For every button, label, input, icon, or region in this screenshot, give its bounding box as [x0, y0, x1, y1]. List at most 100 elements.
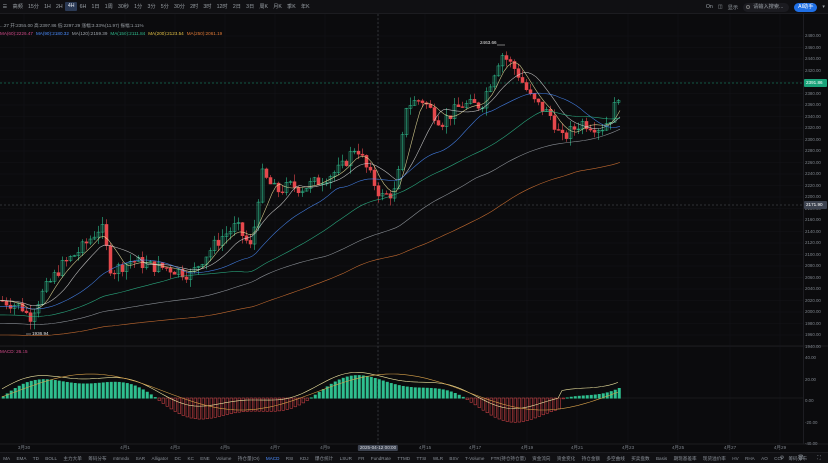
macd-histogram-bar	[365, 376, 369, 399]
price-tick-label: 2380.00	[805, 90, 821, 96]
indicator-tab[interactable]: ENE	[197, 453, 213, 463]
time-axis-label: 4月3	[170, 445, 180, 450]
settings-icon[interactable]: ⚙	[777, 453, 788, 463]
candle-body	[84, 241, 89, 244]
candle-body	[104, 224, 109, 246]
macd-histogram-bar	[577, 395, 581, 399]
indicator-tab[interactable]: 主力大单	[60, 453, 85, 463]
high-annotation: 2463.66	[480, 40, 497, 45]
indicator-tab[interactable]: RSI	[283, 453, 297, 463]
indicator-tab[interactable]: mtmndx	[110, 453, 133, 463]
indicator-tab[interactable]: 持仓量(OI)	[235, 453, 263, 463]
macd-histogram-bar	[225, 397, 229, 415]
macd-histogram-bar	[37, 379, 41, 399]
macd-histogram-bar	[517, 397, 521, 423]
indicator-tab[interactable]: 资金流向	[529, 453, 554, 463]
indicator-tab[interactable]: 资金变化	[554, 453, 579, 463]
trash-icon[interactable]: 🗑	[794, 453, 807, 463]
indicator-tab[interactable]: TTSI	[413, 453, 429, 463]
indicator-tab[interactable]: 买卖盘数	[628, 453, 653, 463]
indicator-tab[interactable]: BOLL	[42, 453, 60, 463]
indicator-tab[interactable]: 爆仓统计	[312, 453, 337, 463]
macd-histogram-bar	[497, 397, 501, 420]
macd-histogram-bar	[165, 397, 169, 407]
indicator-tab[interactable]: 持仓金额	[578, 453, 603, 463]
indicator-tab[interactable]: KC	[184, 453, 197, 463]
macd-histogram-bar	[397, 385, 401, 399]
candle-body	[512, 61, 517, 69]
macd-histogram-bar	[185, 397, 189, 418]
macd-histogram-bar	[221, 397, 225, 416]
macd-histogram-bar	[297, 397, 301, 406]
macd-histogram-bar	[477, 397, 481, 408]
indicator-tab[interactable]: TTMD	[394, 453, 413, 463]
macd-histogram-bar	[333, 381, 337, 399]
macd-histogram-bar	[433, 388, 437, 399]
macd-tick-label: 0.00	[805, 398, 814, 403]
time-axis-label: 4月25	[671, 445, 685, 450]
candle-body	[556, 129, 561, 131]
candle-body	[372, 169, 377, 186]
indicator-tab[interactable]: Basis	[653, 453, 671, 463]
candle-body	[588, 128, 593, 131]
price-tick-label: 1960.00	[805, 332, 821, 337]
indicator-tab[interactable]: 筹码分布	[85, 453, 110, 463]
macd-histogram-bar	[393, 384, 397, 399]
candle-body	[216, 239, 221, 246]
price-chart[interactable]	[0, 0, 828, 463]
indicator-tab[interactable]: DC	[171, 453, 184, 463]
indicator-tab[interactable]: T-Volume	[462, 453, 488, 463]
crosshair-time-label: 2025-04-12 00:00	[357, 445, 399, 451]
indicator-tab[interactable]: LSUR	[336, 453, 355, 463]
indicator-tab[interactable]: MA	[0, 453, 13, 463]
indicator-tab[interactable]: Alligator	[148, 453, 171, 463]
indicator-tab[interactable]: AO	[758, 453, 771, 463]
macd-histogram-bar	[593, 394, 597, 399]
macd-histogram-bar	[553, 397, 557, 411]
macd-histogram-bar	[585, 395, 589, 399]
macd-tick-label: -20.00	[805, 419, 818, 425]
fullscreen-icon[interactable]: ⛶	[814, 453, 824, 463]
candle-body	[356, 150, 361, 155]
macd-histogram-bar	[117, 381, 121, 399]
indicator-tab[interactable]: FundRate	[368, 453, 395, 463]
indicator-tab[interactable]: HV	[729, 453, 742, 463]
indicator-tab[interactable]: SAR	[132, 453, 148, 463]
time-axis-label: 4月15	[418, 445, 432, 450]
macd-histogram-bar	[377, 379, 381, 399]
indicator-tab[interactable]: FTR(持仓持仓量)	[488, 453, 529, 463]
indicator-tab[interactable]: FR	[355, 453, 368, 463]
indicator-tab[interactable]: KDJ	[297, 453, 312, 463]
price-tick-label: 2140.00	[805, 228, 821, 234]
macd-histogram-bar	[597, 394, 601, 399]
candle-body	[24, 310, 29, 313]
macd-histogram-bar	[65, 381, 69, 399]
candle-body	[420, 100, 425, 104]
macd-histogram-bar	[137, 387, 141, 399]
macd-histogram-bar	[425, 387, 429, 399]
indicator-tab[interactable]: EMA	[13, 453, 29, 463]
macd-histogram-bar	[429, 387, 433, 399]
macd-histogram-bar	[125, 383, 129, 399]
macd-histogram-bar	[177, 397, 181, 414]
candle-body	[360, 153, 365, 156]
indicator-tab[interactable]: TD	[30, 453, 43, 463]
macd-histogram-bar	[413, 387, 417, 399]
indicator-tab[interactable]: 多空曲线	[603, 453, 628, 463]
indicator-tab[interactable]: RHA	[742, 453, 758, 463]
indicator-tab[interactable]: WLR	[430, 453, 447, 463]
macd-histogram-bar	[57, 380, 61, 399]
indicator-tab[interactable]: BSV	[446, 453, 462, 463]
price-tick-label: 2340.00	[805, 113, 821, 119]
macd-histogram-bar	[321, 389, 325, 399]
indicator-tab[interactable]: 期现基差率	[670, 453, 699, 463]
indicator-tab[interactable]: MACD	[263, 453, 283, 463]
macd-histogram-bar	[21, 383, 25, 399]
candle-body	[528, 89, 533, 95]
indicator-tab[interactable]: 现货溢价率	[700, 453, 729, 463]
macd-histogram-bar	[53, 380, 57, 399]
macd-histogram-bar	[93, 383, 97, 399]
price-tick-label: 2040.00	[805, 286, 821, 291]
indicator-tab[interactable]: Volume	[213, 453, 235, 463]
candle-body	[560, 129, 565, 133]
